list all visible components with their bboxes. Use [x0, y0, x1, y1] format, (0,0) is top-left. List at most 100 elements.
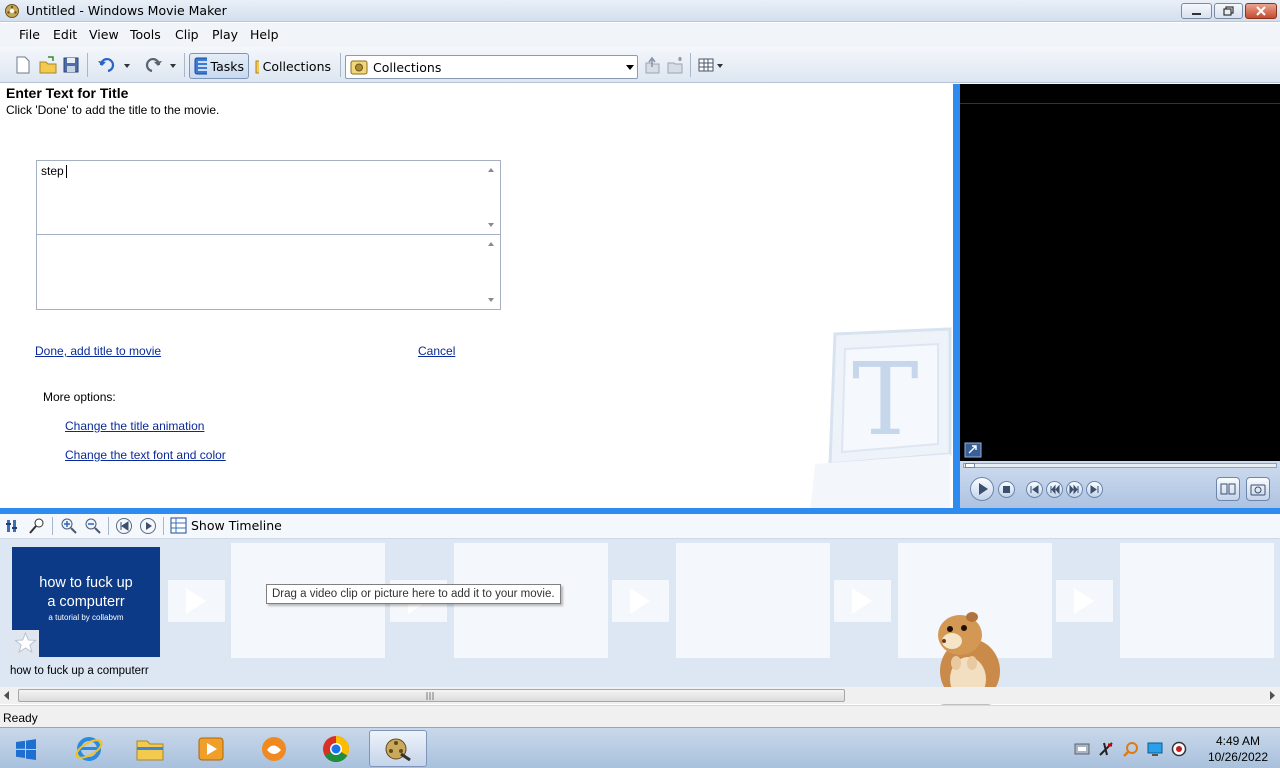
svg-text:T: T: [852, 341, 919, 458]
new-project-icon[interactable]: [14, 53, 32, 77]
change-title-animation-link[interactable]: Change the title animation: [65, 419, 204, 433]
minimize-button[interactable]: [1181, 3, 1212, 19]
storyboard-toolbar: Show Timeline: [0, 514, 1280, 539]
previous-frame-button[interactable]: [1026, 481, 1043, 498]
stop-icon: [1003, 486, 1010, 493]
tray-display-icon[interactable]: [1147, 741, 1163, 757]
storyboard-scrollbar[interactable]: [0, 687, 1280, 704]
transition-arrow-icon: [630, 588, 650, 614]
menu-view[interactable]: View: [89, 27, 119, 42]
scroll-up-icon[interactable]: [488, 242, 494, 246]
seek-bar[interactable]: [963, 463, 1277, 468]
task-pane: Enter Text for Title Click 'Done' to add…: [0, 84, 953, 508]
taskbar-file-explorer[interactable]: [121, 730, 179, 767]
taskbar-movie-maker[interactable]: [369, 730, 427, 767]
rewind-button[interactable]: [1046, 481, 1063, 498]
up-one-level-icon[interactable]: [643, 53, 661, 77]
collections-button[interactable]: Collections: [250, 53, 336, 79]
start-button[interactable]: [2, 730, 50, 767]
menu-clip[interactable]: Clip: [175, 27, 199, 42]
scroll-right-icon[interactable]: [1268, 691, 1276, 700]
camera-icon: [1250, 484, 1266, 496]
tray-flag-icon[interactable]: [1098, 741, 1114, 757]
fast-forward-button[interactable]: [1066, 481, 1083, 498]
video-effect-star-icon[interactable]: [12, 630, 39, 657]
window-title: Untitled - Windows Movie Maker: [26, 3, 227, 18]
narrate-timeline-icon[interactable]: [28, 517, 46, 535]
taskbar-internet-explorer[interactable]: [60, 730, 118, 767]
restore-button[interactable]: [1214, 3, 1243, 19]
taskbar-uc-browser[interactable]: [245, 730, 303, 767]
status-bar: Ready: [0, 705, 1280, 727]
take-picture-button[interactable]: [1246, 477, 1270, 501]
undo-icon[interactable]: [96, 53, 132, 77]
scroll-thumb[interactable]: [18, 689, 845, 702]
skip-back-icon: [1030, 485, 1039, 494]
collections-dropdown[interactable]: Collections: [345, 55, 638, 79]
transition-slot[interactable]: [1056, 580, 1113, 622]
scroll-down-icon[interactable]: [488, 223, 494, 227]
split-clip-button[interactable]: [1216, 477, 1240, 501]
system-clock[interactable]: 4:49 AM 10/26/2022: [1208, 733, 1268, 765]
playback-controls: [960, 461, 1280, 508]
tray-network-icon[interactable]: [1074, 741, 1090, 757]
tasks-button[interactable]: Tasks: [189, 53, 249, 79]
restore-icon: [1223, 6, 1234, 16]
taskbar-media-player[interactable]: [182, 730, 240, 767]
close-button[interactable]: [1245, 3, 1277, 19]
title-text-input[interactable]: step: [36, 160, 501, 235]
play-button[interactable]: [970, 477, 994, 501]
show-timeline-button[interactable]: Show Timeline: [170, 517, 282, 534]
transition-slot[interactable]: [168, 580, 225, 622]
menu-tools[interactable]: Tools: [130, 27, 161, 42]
stop-button[interactable]: [998, 481, 1015, 498]
change-text-font-link[interactable]: Change the text font and color: [65, 448, 226, 462]
clip-title-line2: a computerr: [47, 594, 125, 610]
transition-slot[interactable]: [612, 580, 669, 622]
open-project-icon[interactable]: [38, 53, 58, 77]
collections-select-value: Collections: [373, 59, 442, 75]
rewind-storyboard-icon[interactable]: [115, 517, 133, 535]
views-icon[interactable]: [697, 53, 727, 77]
movie-maker-icon: [385, 738, 411, 761]
tray-volume-icon[interactable]: [1171, 741, 1187, 757]
play-storyboard-icon[interactable]: [139, 517, 157, 535]
page-title: Enter Text for Title: [6, 85, 129, 101]
subtitle-text-scrollbar[interactable]: [483, 235, 500, 309]
scroll-up-icon[interactable]: [488, 168, 494, 172]
done-add-title-link[interactable]: Done, add title to movie: [35, 344, 161, 358]
storyboard-clip[interactable]: how to fuck up a computerr a tutorial by…: [12, 547, 160, 657]
title-text-scrollbar[interactable]: [483, 161, 500, 234]
play-icon: [979, 483, 988, 495]
pane-splitter-vertical[interactable]: [953, 84, 960, 508]
timeline-icon: [170, 517, 187, 534]
preview-monitor: [960, 84, 1280, 508]
storyboard-empty-slot[interactable]: [676, 543, 830, 658]
new-collection-folder-icon[interactable]: [666, 53, 684, 77]
taskbar-chrome[interactable]: [307, 730, 365, 767]
tasks-icon: [194, 57, 207, 75]
text-caret: [66, 165, 67, 178]
scroll-left-icon[interactable]: [3, 691, 11, 700]
storyboard-empty-slot[interactable]: [1120, 543, 1274, 658]
file-explorer-icon: [136, 740, 164, 760]
seek-thumb[interactable]: [965, 463, 975, 468]
save-project-icon[interactable]: [62, 53, 80, 77]
detach-monitor-icon[interactable]: [964, 442, 982, 458]
menu-play[interactable]: Play: [212, 27, 238, 42]
transition-arrow-icon: [1074, 588, 1094, 614]
set-audio-levels-icon[interactable]: [5, 518, 19, 534]
menu-edit[interactable]: Edit: [53, 27, 77, 42]
cancel-link[interactable]: Cancel: [418, 344, 455, 358]
menu-help[interactable]: Help: [250, 27, 279, 42]
status-text: Ready: [3, 711, 38, 725]
scroll-down-icon[interactable]: [488, 298, 494, 302]
redo-icon[interactable]: [142, 53, 178, 77]
transition-slot[interactable]: [834, 580, 891, 622]
zoom-out-icon[interactable]: [84, 517, 102, 535]
zoom-in-icon[interactable]: [60, 517, 78, 535]
subtitle-text-input[interactable]: [36, 235, 501, 310]
next-frame-button[interactable]: [1086, 481, 1103, 498]
tray-search-icon[interactable]: [1123, 741, 1139, 757]
menu-file[interactable]: File: [19, 27, 40, 42]
